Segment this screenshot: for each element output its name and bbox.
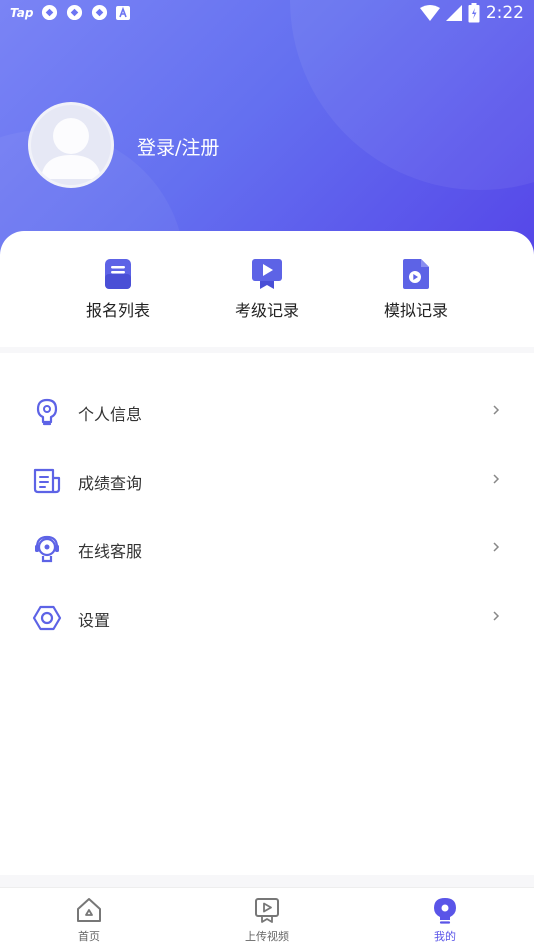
- sync-icon: [92, 4, 108, 21]
- battery-icon: [468, 3, 480, 23]
- menu-item-customer-service[interactable]: 在线客服: [0, 518, 534, 578]
- chevron-right-icon: [493, 474, 500, 484]
- sync-icon: [67, 4, 83, 21]
- chevron-right-icon: [493, 405, 500, 415]
- mock-record-icon: [403, 259, 429, 289]
- a-icon: [116, 5, 131, 20]
- chevron-right-icon: [493, 542, 500, 552]
- status-time: 2:22: [485, 3, 524, 23]
- quick-action-register-list[interactable]: 报名列表: [58, 257, 178, 321]
- register-list-icon: [105, 259, 131, 289]
- customer-service-icon: [35, 535, 59, 563]
- menu-item-label: 成绩查询: [78, 474, 143, 493]
- settings-menu: 个人信息 成绩查询 在线客服 设置: [0, 353, 534, 875]
- header-decoration: [290, 0, 534, 190]
- quick-action-label: 模拟记录: [383, 301, 448, 320]
- exam-record-icon: [252, 259, 282, 289]
- tab-profile[interactable]: 我的: [395, 896, 495, 944]
- menu-item-settings[interactable]: 设置: [0, 587, 534, 647]
- quick-action-label: 报名列表: [85, 301, 150, 320]
- menu-item-personal-info[interactable]: 个人信息: [0, 381, 534, 441]
- score-query-icon: [33, 468, 61, 494]
- tab-label: 首页: [78, 930, 100, 943]
- sync-icon: [42, 4, 58, 21]
- tap-icon: Tap: [10, 5, 34, 20]
- tab-home[interactable]: 首页: [39, 896, 139, 944]
- bottom-tab-bar: 首页 上传视频 我的: [0, 887, 534, 950]
- user-placeholder-icon: [41, 118, 101, 179]
- profile-icon: [434, 898, 456, 924]
- home-icon: [77, 898, 101, 922]
- tab-label: 我的: [434, 930, 456, 943]
- login-register-link[interactable]: 登录/注册: [137, 133, 219, 160]
- avatar[interactable]: [28, 102, 114, 188]
- wifi-icon: [419, 5, 440, 21]
- menu-item-label: 设置: [78, 611, 111, 630]
- menu-item-label: 在线客服: [78, 542, 143, 561]
- status-bar: Tap 2:22: [0, 0, 534, 28]
- menu-item-label: 个人信息: [78, 405, 143, 424]
- settings-icon: [32, 605, 62, 631]
- tab-upload-video[interactable]: 上传视频: [217, 896, 317, 944]
- quick-action-exam-record[interactable]: 考级记录: [207, 257, 327, 321]
- menu-item-score-query[interactable]: 成绩查询: [0, 450, 534, 510]
- tab-label: 上传视频: [245, 930, 289, 943]
- quick-action-label: 考级记录: [234, 301, 299, 320]
- personal-info-icon: [36, 398, 58, 426]
- quick-actions-panel: 报名列表 考级记录 模拟记录: [0, 231, 534, 347]
- signal-icon: [445, 5, 462, 21]
- upload-video-icon: [255, 898, 279, 923]
- quick-action-mock-record[interactable]: 模拟记录: [356, 257, 476, 321]
- chevron-right-icon: [493, 611, 500, 621]
